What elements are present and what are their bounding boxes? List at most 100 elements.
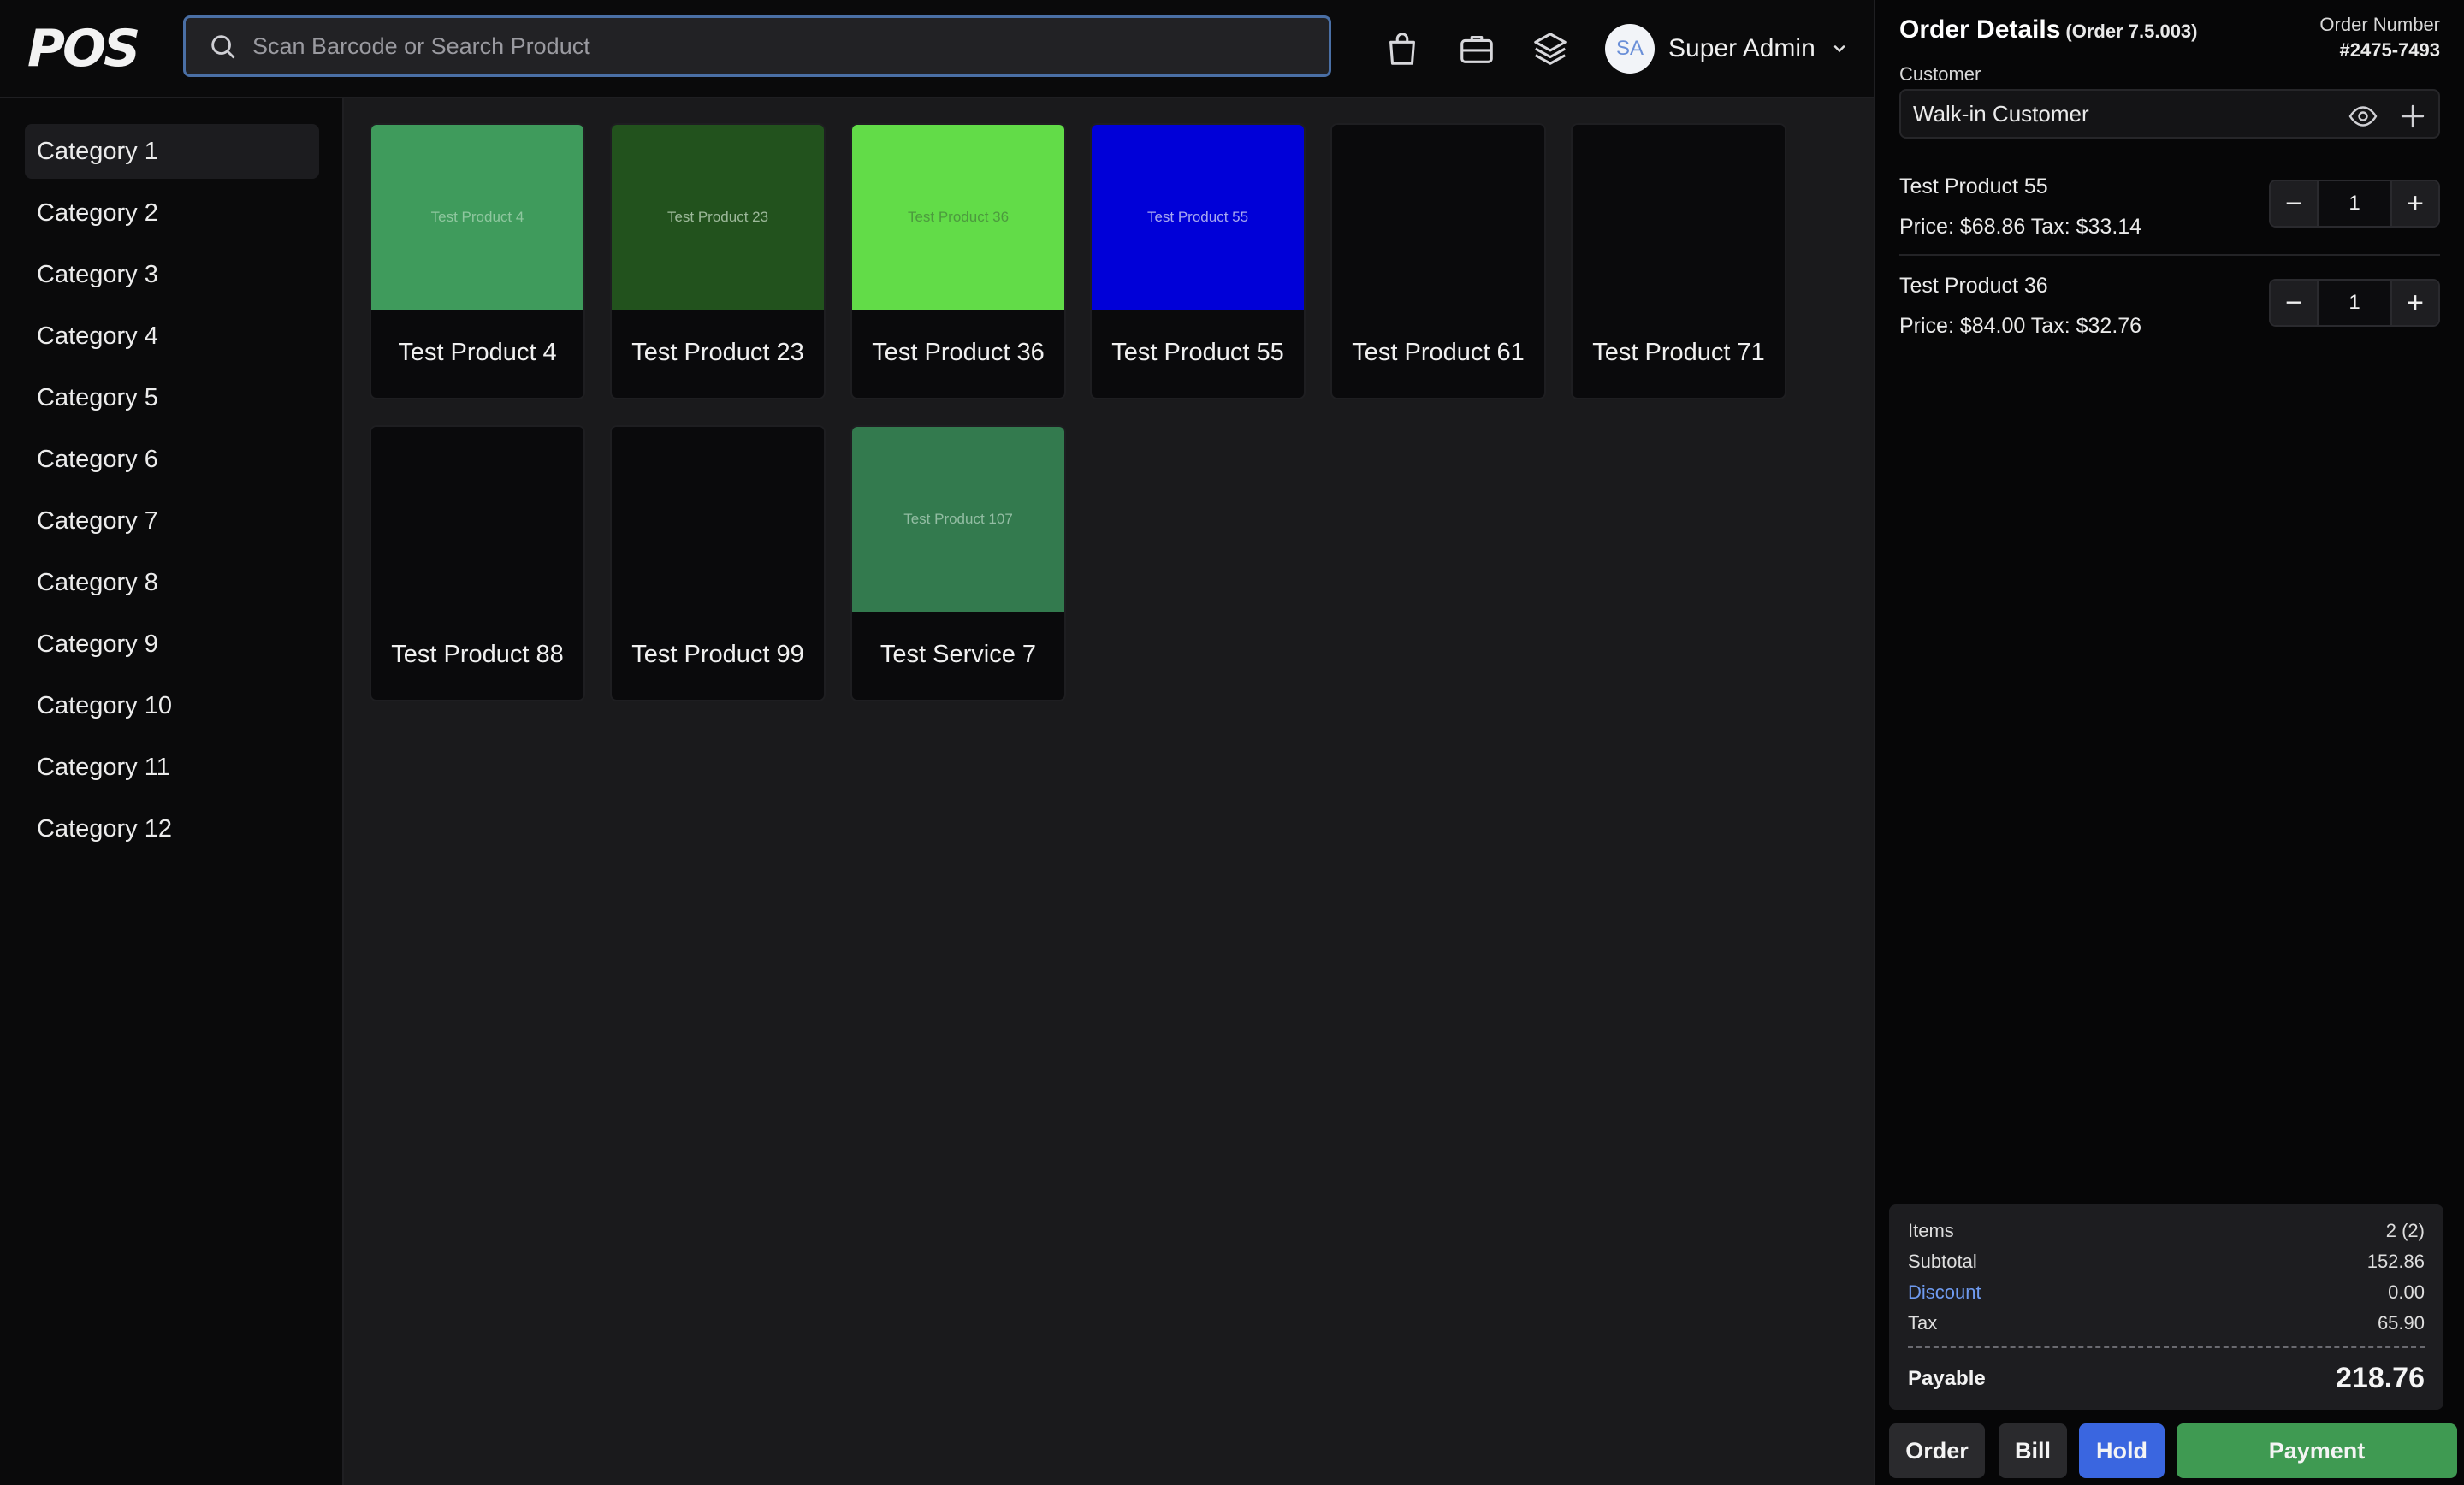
divider [1899,254,2440,256]
hold-button[interactable]: Hold [2079,1423,2165,1478]
thumbnail-label: Test Product 4 [430,209,524,225]
category-item[interactable]: Category 4 [25,309,319,364]
discount-link[interactable]: Discount [1908,1281,1981,1304]
category-item[interactable]: Category 10 [25,678,319,733]
thumbnail-label: Test Product 23 [666,209,769,225]
order-panel: Order Details (Order 7.5.003) Order Numbe… [1874,0,2464,1485]
product-thumbnail [371,427,583,612]
order-number: #2475-7493 [2339,39,2440,61]
totals-row-discount: Discount 0.00 [1908,1281,2425,1304]
top-bar: POS SA Super Admin [0,0,1874,98]
category-item[interactable]: Category 7 [25,494,319,548]
product-name: Test Product 55 [1111,339,1284,366]
shopping-bag-icon[interactable] [1383,29,1422,68]
pos-app: POS SA Super Admin Category 1 Category 2… [0,0,2464,1485]
quantity-value[interactable]: 1 [2317,181,2392,226]
product-thumbnail [1332,125,1544,310]
product-card[interactable]: Test Product 55 Test Product 55 [1090,123,1306,399]
order-title: Order Details (Order 7.5.003) [1899,15,2198,44]
items-value: 2 (2) [2385,1220,2425,1241]
product-name: Test Product 36 [872,339,1045,366]
decrement-button[interactable]: − [2271,281,2317,325]
subtotal-value: 152.86 [2366,1251,2425,1272]
quantity-stepper: − 1 + [2269,279,2440,327]
product-card[interactable]: Test Product 23 Test Product 23 [610,123,826,399]
category-item[interactable]: Category 11 [25,740,319,795]
product-thumbnail: Test Product 36 [852,125,1064,310]
totals-row-items: Items 2 (2) [1908,1220,2425,1242]
items-label: Items [1908,1220,1954,1241]
quantity-stepper: − 1 + [2269,180,2440,228]
decrement-button[interactable]: − [2271,181,2317,226]
product-thumbnail: Test Product 23 [612,125,824,310]
payable-label: Payable [1908,1366,1986,1390]
order-totals: Items 2 (2) Subtotal 152.86 Discount 0.0… [1889,1204,2443,1410]
chevron-down-icon [1833,45,1845,53]
app-logo[interactable]: POS [27,19,140,79]
increment-button[interactable]: + [2392,181,2438,226]
product-name: Test Product 88 [391,641,564,668]
subtotal-label: Subtotal [1908,1251,1977,1272]
tax-label: Tax [1908,1312,1938,1334]
briefcase-icon[interactable] [1457,29,1496,68]
totals-divider [1908,1346,2425,1348]
product-thumbnail: Test Product 4 [371,125,583,310]
category-item[interactable]: Category 3 [25,247,319,302]
customer-select[interactable]: Walk-in Customer [1899,89,2440,139]
product-name: Test Service 7 [880,641,1037,668]
category-item[interactable]: Category 9 [25,617,319,672]
order-number-block: Order Number #2475-7493 [2319,14,2440,62]
category-item[interactable]: Category 1 [25,124,319,179]
payable-value: 218.76 [2336,1362,2425,1394]
search-icon [211,35,235,59]
payment-button[interactable]: Payment [2177,1423,2457,1478]
product-thumbnail: Test Product 107 [852,427,1064,612]
product-card[interactable]: Test Product 36 Test Product 36 [850,123,1066,399]
layers-icon[interactable] [1531,29,1570,68]
totals-row-subtotal: Subtotal 152.86 [1908,1251,2425,1273]
totals-row-tax: Tax 65.90 [1908,1312,2425,1334]
cart-line-item: Test Product 36 Price: $84.00 Tax: $32.7… [1899,274,2440,339]
product-name: Test Product 99 [631,641,804,668]
order-button[interactable]: Order [1889,1423,1985,1478]
user-menu[interactable]: SA Super Admin [1605,22,1848,75]
category-item[interactable]: Category 12 [25,802,319,856]
thumbnail-label: Test Product 55 [1146,209,1249,225]
order-version: (Order 7.5.003) [2065,21,2198,42]
category-item[interactable]: Category 2 [25,186,319,240]
product-thumbnail: Test Product 55 [1092,125,1304,310]
product-name: Test Product 71 [1592,339,1765,366]
search-box[interactable] [183,15,1331,77]
product-card[interactable]: Test Product 99 [610,425,826,701]
order-title-text: Order Details [1899,15,2061,44]
product-thumbnail [1573,125,1785,310]
add-customer-icon[interactable] [2397,101,2428,132]
eye-icon[interactable] [2348,101,2378,132]
service-card[interactable]: Test Product 107 Test Service 7 [850,425,1066,701]
product-card[interactable]: Test Product 88 [370,425,585,701]
category-item[interactable]: Category 6 [25,432,319,487]
product-name: Test Product 23 [631,339,804,366]
thumbnail-label: Test Product 36 [907,209,1010,225]
discount-value: 0.00 [2388,1281,2425,1303]
product-thumbnail [612,427,824,612]
search-input[interactable] [252,33,1329,60]
customer-name: Walk-in Customer [1913,100,2089,127]
cart-line-item: Test Product 55 Price: $68.86 Tax: $33.1… [1899,175,2440,240]
product-card[interactable]: Test Product 71 [1571,123,1786,399]
thumbnail-label: Test Product 107 [903,511,1013,527]
category-item[interactable]: Category 5 [25,370,319,425]
totals-row-payable: Payable 218.76 [1908,1362,2425,1395]
quantity-value[interactable]: 1 [2317,281,2392,325]
increment-button[interactable]: + [2392,281,2438,325]
avatar: SA [1605,24,1655,74]
customer-label: Customer [1899,63,1981,85]
bill-button[interactable]: Bill [1999,1423,2067,1478]
tax-value: 65.90 [2377,1312,2425,1334]
product-card[interactable]: Test Product 61 [1330,123,1546,399]
product-card[interactable]: Test Product 4 Test Product 4 [370,123,585,399]
category-item[interactable]: Category 8 [25,555,319,610]
category-sidebar: Category 1 Category 2 Category 3 Categor… [0,98,344,1485]
user-name: Super Admin [1668,34,1815,62]
product-name: Test Product 4 [398,339,557,366]
